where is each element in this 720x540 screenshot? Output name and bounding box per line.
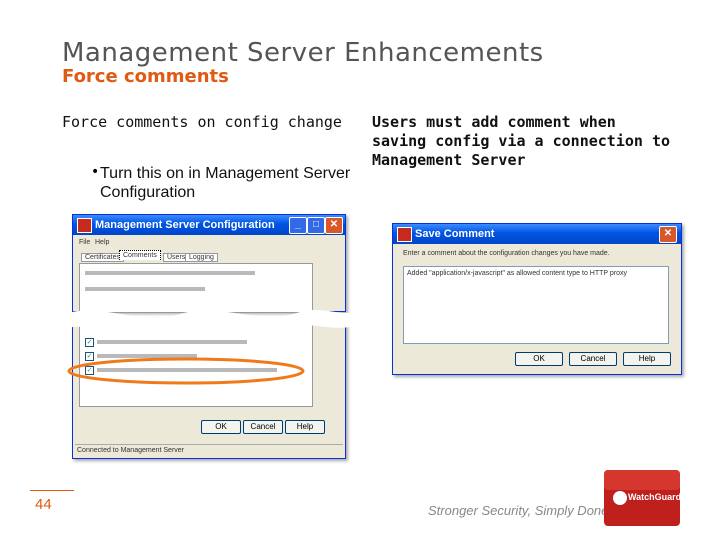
watchguard-logo: WatchGuard	[596, 466, 688, 528]
menu-file[interactable]: File	[79, 239, 90, 246]
info-text-line	[85, 287, 205, 291]
minimize-button[interactable]: _	[289, 217, 307, 234]
config-window-titlebar: Management Server Configuration _ □ ✕	[73, 215, 345, 235]
app-icon	[397, 227, 412, 242]
close-button[interactable]: ✕	[325, 217, 343, 234]
page-number-rule	[30, 490, 74, 491]
ok-button[interactable]: OK	[201, 420, 241, 434]
save-comment-titlebar: Save Comment ✕	[393, 224, 681, 244]
comment-textarea[interactable]: Added "application/x-javascript" as allo…	[403, 266, 669, 344]
slide-subtitle: Force comments	[62, 66, 229, 87]
highlight-ellipse	[67, 357, 305, 385]
tab-logging[interactable]: Logging	[185, 253, 218, 262]
logo-mark	[613, 491, 627, 505]
logo-text: WatchGuard	[628, 492, 682, 502]
tab-certificates[interactable]: Certificates	[81, 253, 125, 262]
torn-gap	[65, 310, 355, 332]
tagline: Stronger Security, Simply Done™	[428, 503, 622, 518]
close-button[interactable]: ✕	[659, 226, 677, 243]
page-number: 44	[35, 496, 52, 513]
cutout-overlay	[65, 310, 355, 385]
cancel-button[interactable]: Cancel	[569, 352, 617, 366]
logo-shine	[604, 470, 680, 490]
right-heading: Users must add comment when saving confi…	[372, 113, 671, 169]
app-icon	[77, 218, 92, 233]
maximize-button[interactable]: □	[307, 217, 325, 234]
left-heading: Force comments on config change	[62, 113, 342, 131]
info-text-line	[85, 271, 255, 275]
config-window-title: Management Server Configuration	[95, 219, 275, 231]
ok-button[interactable]: OK	[515, 352, 563, 366]
comment-prompt: Enter a comment about the configuration …	[403, 250, 610, 257]
help-button[interactable]: Help	[623, 352, 671, 366]
status-bar: Connected to Management Server	[75, 444, 343, 456]
comment-text: Added "application/x-javascript" as allo…	[407, 270, 628, 277]
bullet-icon: •	[91, 164, 100, 180]
slide-title: Management Server Enhancements	[62, 38, 544, 68]
save-comment-dialog: Save Comment ✕ Enter a comment about the…	[392, 223, 682, 375]
cancel-button[interactable]: Cancel	[243, 420, 283, 434]
help-button[interactable]: Help	[285, 420, 325, 434]
tab-comments[interactable]: Comments	[119, 250, 161, 260]
save-comment-title: Save Comment	[415, 228, 495, 240]
left-bullet-text: Turn this on in Management Server Config…	[100, 165, 351, 201]
menu-help[interactable]: Help	[95, 239, 109, 246]
